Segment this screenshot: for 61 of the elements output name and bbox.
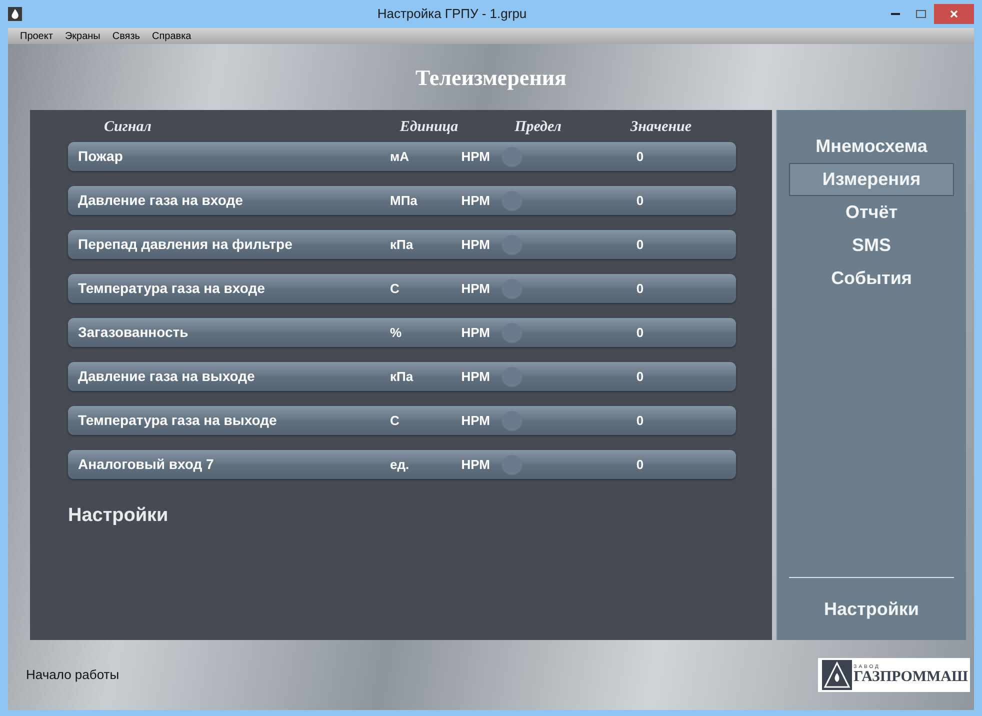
signal-name: Температура газа на входе [77,279,266,298]
unit-text: С [389,280,400,298]
value-text: 0 [635,280,644,298]
menu-item[interactable]: Проект [20,28,53,44]
menu-item[interactable]: Справка [152,28,192,44]
signal-name: Загазованность [77,323,190,342]
indicator-lamp-icon [502,190,522,210]
unit-text: С [389,412,400,430]
unit-text: МПа [389,192,418,210]
value-text: 0 [635,456,644,474]
close-button[interactable] [934,4,974,24]
limit-text: НРМ [460,412,490,430]
window-title: Настройка ГРПУ - 1.grpu [376,5,528,24]
close-icon [950,10,958,18]
status-text: Начало работы [26,666,120,684]
value-text: 0 [635,192,644,210]
settings-label[interactable]: Настройки [68,505,168,526]
signal-name: Аналоговый вход 7 [77,455,215,474]
value-text: 0 [635,368,644,386]
value-text: 0 [635,148,644,166]
value-text: 0 [635,324,644,342]
indicator-lamp-icon [502,278,522,298]
nav-item[interactable]: SMS [789,229,954,262]
menu-item[interactable]: Экраны [64,28,100,44]
limit-text: НРМ [460,280,490,298]
unit-text: кПа [389,236,414,254]
limit-text: НРМ [460,236,490,254]
indicator-lamp-icon [502,366,522,386]
column-header: Сигнал [103,118,152,137]
nav-item[interactable]: События [789,262,954,295]
column-header: Предел [514,118,562,137]
nav-item[interactable]: Отчёт [789,196,954,229]
nav-item[interactable]: Мнемосхема [789,130,954,163]
unit-text: кПа [389,368,414,386]
signal-name: Давление газа на выходе [77,367,256,386]
column-header: Единица [398,118,460,137]
limit-text: НРМ [460,324,490,342]
page-heading: Телеизмерения [416,64,566,92]
indicator-lamp-icon [502,322,522,342]
indicator-lamp-icon [502,234,522,254]
unit-text: % [389,324,403,342]
limit-text: НРМ [460,456,490,474]
indicator-lamp-icon [502,454,522,474]
unit-text: ед. [389,456,410,474]
logo-name: ГАЗПРОММАШ [854,670,968,685]
nav-item[interactable]: Измерения [789,163,954,196]
signal-name: Давление газа на входе [77,191,244,210]
limit-text: НРМ [460,368,490,386]
indicator-lamp-icon [502,146,522,166]
signal-name: Температура газа на выходе [77,411,278,430]
limit-text: НРМ [460,192,490,210]
value-text: 0 [635,412,644,430]
value-text: 0 [635,236,644,254]
signal-name: Перепад давления на фильтре [77,235,294,254]
unit-text: мА [389,148,410,166]
indicator-lamp-icon [502,410,522,430]
menu-item[interactable]: Связь [112,28,140,44]
nav-item[interactable]: Настройки [824,578,919,640]
limit-text: НРМ [460,148,490,166]
column-header: Значение [629,118,693,137]
signal-name: Пожар [77,147,124,166]
